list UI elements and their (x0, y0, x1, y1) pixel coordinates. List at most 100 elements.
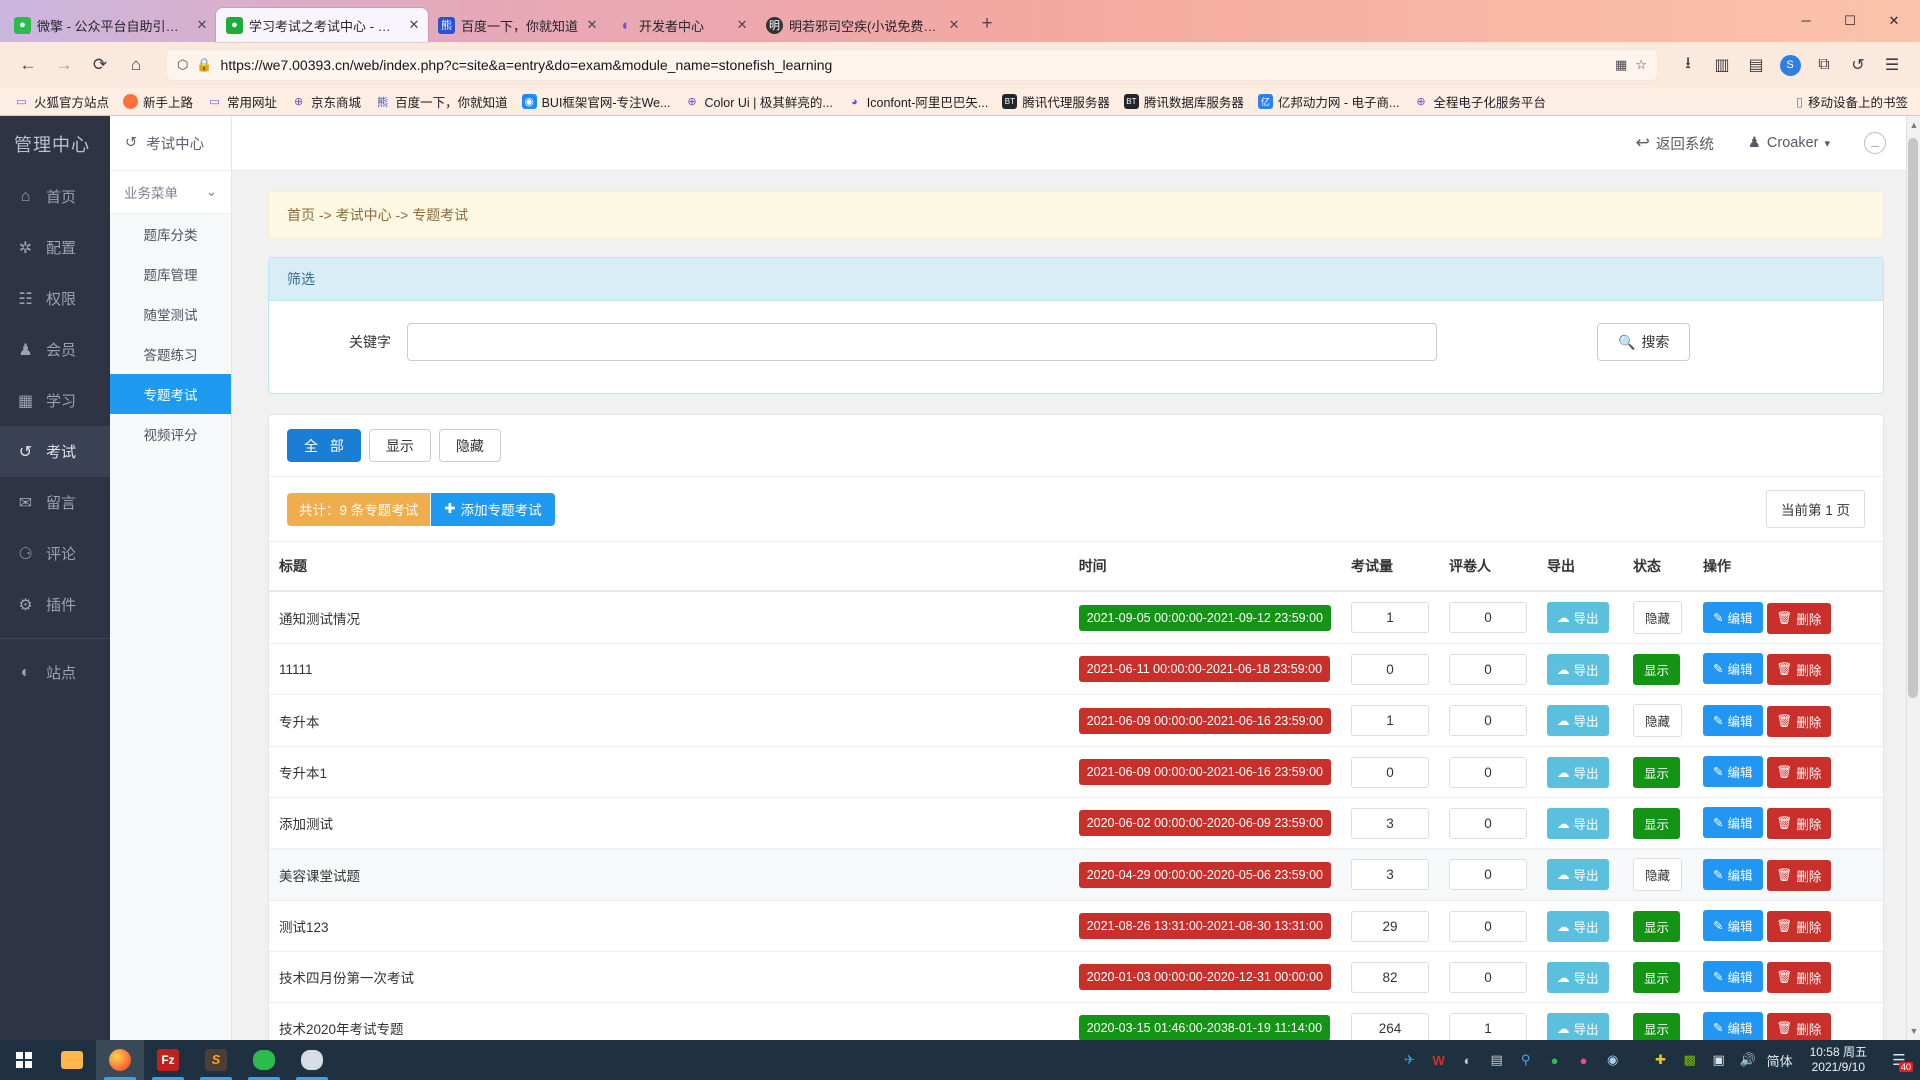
bookmark-item[interactable]: 亿亿邦动力网 - 电子商... (1252, 90, 1406, 113)
export-button[interactable]: ☁ 导出 (1547, 653, 1609, 685)
chat-icon[interactable] (288, 1040, 336, 1080)
add-topic-exam-button[interactable]: ✚ 添加专题考试 (431, 492, 555, 526)
sidebar-icon[interactable]: ▤ (1740, 49, 1772, 81)
search-tool-icon[interactable]: ⚲ (1516, 1050, 1536, 1070)
tab-hidden[interactable]: 隐藏 (438, 429, 501, 462)
page-scrollbar[interactable]: ▲ ▼ (1906, 116, 1920, 1040)
edit-button[interactable]: ✎ 编辑 (1703, 756, 1763, 787)
tab-close-icon[interactable]: ✕ (406, 17, 422, 33)
sidebar-item-exam[interactable]: ↺ 考试 (0, 426, 110, 477)
tab-shown[interactable]: 显示 (368, 429, 431, 462)
windows-icon[interactable] (0, 1040, 48, 1080)
status-badge[interactable]: 显示 (1633, 961, 1681, 993)
status-badge[interactable]: 隐藏 (1633, 858, 1683, 891)
edit-button[interactable]: ✎ 编辑 (1703, 807, 1763, 838)
ime-indicator[interactable]: 简体 (1767, 1051, 1793, 1070)
delete-button[interactable]: 🗑 删除 (1766, 602, 1832, 634)
history-icon[interactable]: ↺ (1842, 49, 1874, 81)
search-button[interactable]: 🔍 搜索 (1597, 323, 1691, 361)
bookmark-item[interactable]: ⊕ 全程电子化服务平台 (1407, 90, 1552, 113)
url-bar[interactable]: ⬡ 🔒 https://we7.00393.cn/web/index.php?c… (166, 49, 1658, 81)
delete-button[interactable]: 🗑 删除 (1766, 757, 1832, 788)
delete-button[interactable]: 🗑 删除 (1766, 911, 1832, 942)
edit-button[interactable]: ✎ 编辑 (1703, 601, 1763, 633)
edit-button[interactable]: ✎ 编辑 (1703, 1012, 1763, 1040)
sidebar-item-video-score[interactable]: 视频评分 (110, 414, 231, 454)
firefox-icon[interactable] (96, 1040, 144, 1080)
edit-button[interactable]: ✎ 编辑 (1703, 961, 1763, 992)
sidebar-item-permission[interactable]: ☷ 权限 (0, 273, 110, 324)
sidebar-item-message[interactable]: ✉ 留言 (0, 477, 110, 528)
status-badge[interactable]: 显示 (1633, 910, 1681, 942)
forward-icon[interactable]: → (48, 49, 80, 81)
home-icon[interactable]: ⌂ (120, 49, 152, 81)
sidebar-item-topic-exam[interactable]: 专题考试 (110, 374, 231, 414)
account-badge[interactable]: S (1774, 49, 1806, 81)
delete-button[interactable]: 🗑 删除 (1766, 962, 1832, 993)
menu-group-business[interactable]: 业务菜单 ⌄ (110, 171, 231, 214)
close-window-button[interactable]: ✕ (1872, 6, 1916, 36)
status-badge[interactable]: 隐藏 (1633, 704, 1683, 737)
qq-icon[interactable]: ● (1574, 1050, 1594, 1070)
edit-button[interactable]: ✎ 编辑 (1703, 653, 1763, 684)
status-badge[interactable]: 显示 (1633, 1012, 1681, 1040)
status-badge[interactable]: 隐藏 (1633, 601, 1683, 634)
menu-icon[interactable]: ☰ (1876, 49, 1908, 81)
edit-button[interactable]: ✎ 编辑 (1703, 704, 1763, 736)
bookmark-item[interactable]: BT 腾讯代理服务器 (996, 90, 1116, 113)
browser-tab[interactable]: 明 明若邪司空疾(小说免费阅读)最 ✕ (756, 8, 968, 42)
bookmark-item[interactable]: ▭ 火狐官方站点 (8, 90, 115, 113)
filezilla-icon[interactable]: Fz (144, 1040, 192, 1080)
sidebar-item-member[interactable]: ♟ 会员 (0, 324, 110, 375)
wechat-icon[interactable] (240, 1040, 288, 1080)
export-button[interactable]: ☁ 导出 (1547, 859, 1609, 890)
export-button[interactable]: ☁ 导出 (1547, 705, 1609, 736)
maximize-button[interactable]: ☐ (1828, 6, 1872, 36)
download-icon[interactable]: ⭳ (1672, 49, 1704, 81)
export-button[interactable]: ☁ 导出 (1547, 1012, 1609, 1040)
bookmark-item[interactable]: ◉ BUI框架官网-专注We... (516, 90, 677, 113)
volume-icon[interactable]: 🔊 (1738, 1050, 1758, 1070)
sidebar-item-comment[interactable]: ⚆ 评论 (0, 528, 110, 579)
export-button[interactable]: ☁ 导出 (1547, 910, 1609, 942)
library-icon[interactable]: ▥ (1706, 49, 1738, 81)
network-dish-icon[interactable]: ◐ (1458, 1050, 1478, 1070)
back-icon[interactable]: ← (12, 49, 44, 81)
delete-button[interactable]: 🗑 删除 (1766, 1013, 1832, 1040)
back-to-system-link[interactable]: ↩ 返回系统 (1636, 133, 1714, 154)
scroll-thumb[interactable] (1908, 138, 1918, 698)
bookmark-star-icon[interactable]: ☆ (1635, 57, 1647, 73)
wechat-icon[interactable]: ● (1545, 1050, 1565, 1070)
sidebar-item-config[interactable]: ✲ 配置 (0, 222, 110, 273)
tab-close-icon[interactable]: ✕ (584, 17, 600, 33)
mobile-bookmarks[interactable]: ▯ 移动设备上的书签 (1796, 92, 1912, 111)
extensions-icon[interactable]: ⧉ (1808, 49, 1840, 81)
sidebar-item-study[interactable]: ▦ 学习 (0, 375, 110, 426)
export-button[interactable]: ☁ 导出 (1547, 807, 1609, 839)
browser-tab[interactable]: 熊 百度一下，你就知道 ✕ (428, 8, 606, 42)
browser-tab[interactable]: ● 微擎 - 公众平台自助引擎 - Pow ✕ (4, 8, 216, 42)
user-menu[interactable]: ♟ Croaker ▾ (1748, 135, 1830, 151)
delete-button[interactable]: 🗑 删除 (1766, 859, 1832, 891)
nvidia-icon[interactable]: ▩ (1680, 1050, 1700, 1070)
sidebar-item-plugin[interactable]: ⚙ 插件 (0, 579, 110, 630)
export-button[interactable]: ☁ 导出 (1547, 602, 1609, 633)
scroll-down-arrow[interactable]: ▼ (1909, 1026, 1919, 1036)
status-badge[interactable]: 显示 (1633, 807, 1681, 839)
taskbar-clock[interactable]: 10:58 周五 2021/9/10 (1802, 1045, 1875, 1075)
sidebar-item-practice[interactable]: 答题练习 (110, 334, 231, 374)
scroll-up-arrow[interactable]: ▲ (1909, 120, 1919, 130)
sidebar-item-site[interactable]: ◐ 站点 (0, 647, 110, 698)
delete-button[interactable]: 🗑 删除 (1766, 705, 1832, 737)
back-arrow-icon[interactable]: ↺ (125, 135, 137, 151)
qr-icon[interactable]: ▦ (1615, 57, 1627, 73)
sidebar-item-question-category[interactable]: 题库分类 (110, 214, 231, 254)
export-button[interactable]: ☁ 导出 (1547, 961, 1609, 993)
delete-button[interactable]: 🗑 删除 (1766, 654, 1832, 685)
tab-close-icon[interactable]: ✕ (734, 17, 750, 33)
browser-tab-active[interactable]: ● 学习考试之考试中心 - 微擎 - 公 ✕ (216, 8, 428, 42)
minimize-button[interactable]: ─ (1784, 6, 1828, 36)
reload-icon[interactable]: ⟳ (84, 49, 116, 81)
sidebar-item-home[interactable]: ⌂ 首页 (0, 171, 110, 222)
security-icon[interactable]: ✚ (1651, 1050, 1671, 1070)
